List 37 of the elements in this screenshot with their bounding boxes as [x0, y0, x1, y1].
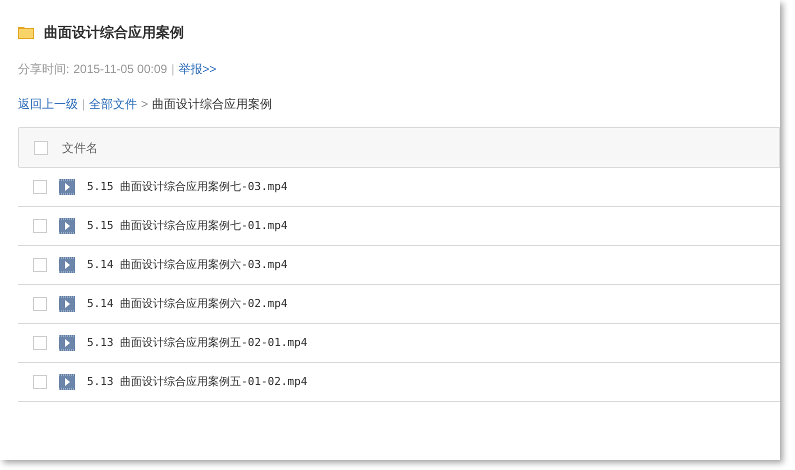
separator: |	[171, 61, 174, 78]
file-name[interactable]: 5.15 曲面设计综合应用案例七-01.mp4	[87, 218, 288, 234]
video-file-icon	[59, 296, 75, 312]
checkbox[interactable]	[33, 180, 47, 194]
column-header: 文件名	[62, 140, 98, 156]
checkbox[interactable]	[33, 336, 47, 350]
report-link[interactable]: 举报>>	[178, 60, 216, 78]
file-name[interactable]: 5.14 曲面设计综合应用案例六-02.mp4	[87, 296, 288, 312]
checkbox[interactable]	[33, 297, 47, 311]
video-file-icon	[59, 179, 75, 195]
back-link[interactable]: 返回上一级	[18, 95, 78, 113]
file-name[interactable]: 5.14 曲面设计综合应用案例六-03.mp4	[87, 256, 288, 274]
file-name[interactable]: 5.13 曲面设计综合应用案例五-02-01.mp4	[87, 334, 308, 352]
file-name[interactable]: 5.13 曲面设计综合应用案例五-01-02.mp4	[87, 374, 308, 390]
all-files-link[interactable]: 全部文件	[89, 95, 138, 113]
checkbox[interactable]	[33, 219, 47, 233]
video-file-icon	[59, 335, 75, 351]
share-time: 2015-11-05 00:09	[73, 61, 168, 78]
breadcrumb-arrow: >	[141, 96, 148, 113]
video-file-icon	[59, 218, 75, 234]
folder-title: 曲面设计综合应用案例	[44, 22, 184, 42]
file-row[interactable]: 5.13 曲面设计综合应用案例五-01-02.mp4	[18, 363, 780, 402]
file-row[interactable]: 5.13 曲面设计综合应用案例五-02-01.mp4	[18, 324, 780, 363]
file-name[interactable]: 5.15 曲面设计综合应用案例七-03.mp4	[87, 178, 288, 196]
file-row[interactable]: 5.14 曲面设计综合应用案例六-03.mp4	[18, 246, 780, 285]
checkbox[interactable]	[33, 258, 47, 272]
folder-icon	[18, 26, 34, 38]
checkbox[interactable]	[34, 140, 48, 154]
video-file-icon	[59, 374, 75, 390]
checkbox[interactable]	[33, 375, 47, 389]
video-file-icon	[59, 257, 75, 273]
file-row[interactable]: 5.15 曲面设计综合应用案例七-03.mp4	[18, 168, 780, 207]
file-row[interactable]: 5.14 曲面设计综合应用案例六-02.mp4	[18, 285, 780, 324]
file-row[interactable]: 5.15 曲面设计综合应用案例七-01.mp4	[18, 207, 780, 246]
share-label: 分享时间:	[18, 61, 70, 78]
breadcrumb-current: 曲面设计综合应用案例	[152, 96, 272, 113]
separator: |	[82, 96, 86, 113]
